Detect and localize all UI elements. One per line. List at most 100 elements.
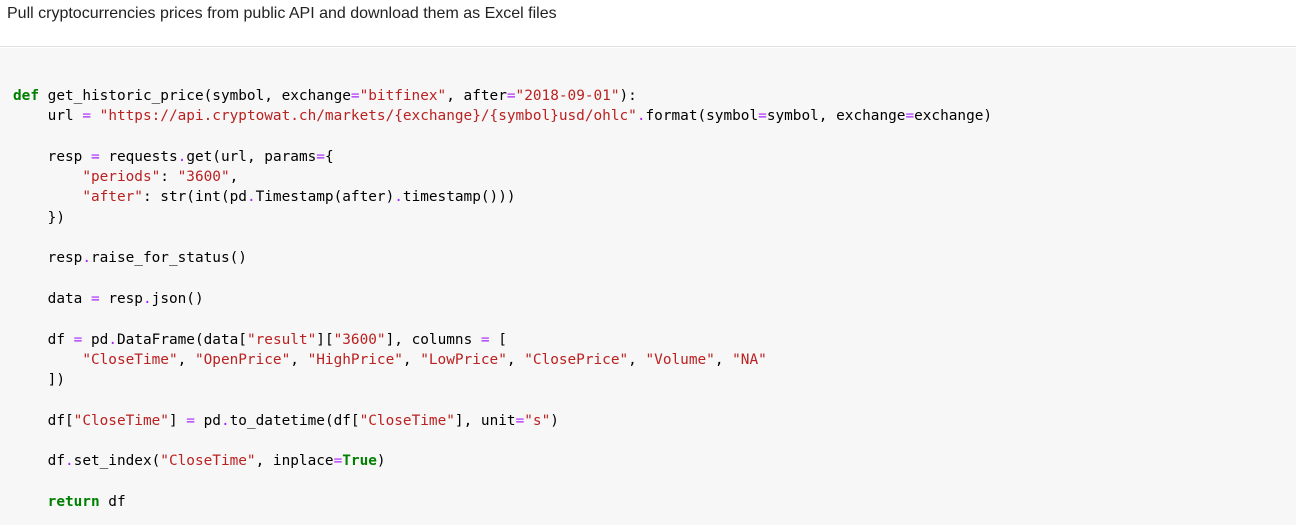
code-token: requests xyxy=(99,148,178,165)
code-token: , xyxy=(628,351,646,368)
code-token: df xyxy=(99,493,126,510)
code-string: "bitfinex" xyxy=(359,88,447,104)
code-line: "periods": "3600", xyxy=(13,167,1296,187)
code-token: exchange) xyxy=(914,108,993,125)
code-token: resp xyxy=(13,148,91,165)
code-token: , xyxy=(229,169,239,186)
code-line: "CloseTime", "OpenPrice", "HighPrice", "… xyxy=(13,350,1296,370)
code-token: , inplace xyxy=(255,453,334,470)
code-token: : xyxy=(160,169,178,186)
code-operator: . xyxy=(82,250,91,267)
code-string: "LowPrice" xyxy=(420,351,507,368)
code-token: [ xyxy=(489,331,507,348)
code-string: "NA" xyxy=(732,351,767,368)
code-token: resp xyxy=(99,290,143,307)
code-operator: . xyxy=(394,189,403,206)
code-string: "after" xyxy=(82,189,143,206)
code-operator: = xyxy=(350,88,360,104)
code-line: df["CloseTime"] = pd.to_datetime(df["Clo… xyxy=(13,411,1296,431)
code-line: df = pd.DataFrame(data["result"]["3600"]… xyxy=(13,330,1296,350)
code-token: , xyxy=(506,351,525,368)
code-operator: . xyxy=(220,412,230,429)
code-line: def get_historic_price(symbol, exchange=… xyxy=(13,86,1296,106)
code-token: set_index( xyxy=(73,453,161,470)
markdown-cell[interactable]: Pull cryptocurrencies prices from public… xyxy=(0,0,1296,47)
code-token: ], columns xyxy=(385,331,481,348)
code-line: return df xyxy=(13,492,1296,512)
code-token: , xyxy=(402,351,421,368)
code-token: , xyxy=(177,351,195,368)
code-operator: = xyxy=(506,88,516,104)
code-operator: = xyxy=(82,108,91,125)
code-token: , after xyxy=(446,88,507,104)
code-token: ], unit xyxy=(454,412,516,429)
code-token: df[ xyxy=(13,412,74,429)
code-operator: . xyxy=(64,453,74,470)
code-line: df.set_index("CloseTime", inplace=True) xyxy=(13,451,1296,471)
code-operator: = xyxy=(90,148,100,165)
code-token: url xyxy=(13,108,83,125)
code-string: "CloseTime" xyxy=(160,453,256,470)
code-operator: = xyxy=(316,148,325,165)
code-keyword: return xyxy=(47,493,100,510)
code-string: "CloseTime" xyxy=(73,412,169,429)
code-token: ) xyxy=(376,453,386,470)
code-keyword: def xyxy=(13,88,39,104)
code-operator: = xyxy=(186,412,195,429)
code-operator: = xyxy=(515,412,525,429)
code-token: raise_for_status() xyxy=(90,250,247,267)
code-string: "s" xyxy=(524,412,551,429)
code-string: "OpenPrice" xyxy=(194,351,291,368)
code-token: : str(int(pd xyxy=(142,189,247,206)
code-token: { xyxy=(324,148,334,165)
code-token: }) xyxy=(13,209,65,226)
code-string: "Volume" xyxy=(645,351,715,368)
code-string: "CloseTime" xyxy=(82,351,178,368)
code-token: ][ xyxy=(316,331,334,348)
code-token: resp xyxy=(13,250,83,267)
code-token: timestamp())) xyxy=(402,189,516,206)
markdown-text: Pull cryptocurrencies prices from public… xyxy=(7,5,557,22)
code-token: to_datetime(df[ xyxy=(229,412,360,429)
code-token: ) xyxy=(550,412,559,429)
code-string: "periods" xyxy=(82,169,161,186)
code-token: pd xyxy=(194,412,221,429)
code-operator: . xyxy=(636,108,646,125)
code-token: DataFrame(data[ xyxy=(117,331,247,348)
code-token: ): xyxy=(619,88,637,104)
code-token: data xyxy=(13,290,91,307)
code-token: ]) xyxy=(13,372,65,389)
code-string: "2018-09-01" xyxy=(515,88,620,104)
code-line: "after": str(int(pd.Timestamp(after).tim… xyxy=(13,187,1296,207)
code-token: get_historic_price(symbol, exchange xyxy=(39,88,351,104)
code-token: Timestamp(after) xyxy=(255,189,395,206)
code-editor[interactable]: def get_historic_price(symbol, exchange=… xyxy=(13,86,1296,512)
code-token: symbol, exchange xyxy=(766,108,906,125)
code-operator: . xyxy=(246,189,256,206)
code-operator: = xyxy=(480,331,490,348)
code-operator: . xyxy=(177,148,187,165)
code-token: df xyxy=(13,453,65,470)
code-string: "HighPrice" xyxy=(307,351,403,368)
code-token: json() xyxy=(151,290,204,307)
code-keyword: True xyxy=(342,453,377,470)
code-line: resp = requests.get(url, params={ xyxy=(13,147,1296,167)
code-operator: . xyxy=(142,290,152,307)
code-token: ] xyxy=(168,412,187,429)
code-cell[interactable]: def get_historic_price(symbol, exchange=… xyxy=(0,48,1296,525)
code-line: }) xyxy=(13,208,1296,228)
code-string: "result" xyxy=(246,331,317,348)
code-token: , xyxy=(714,351,733,368)
code-token: df xyxy=(13,331,74,348)
code-operator: = xyxy=(905,108,915,125)
